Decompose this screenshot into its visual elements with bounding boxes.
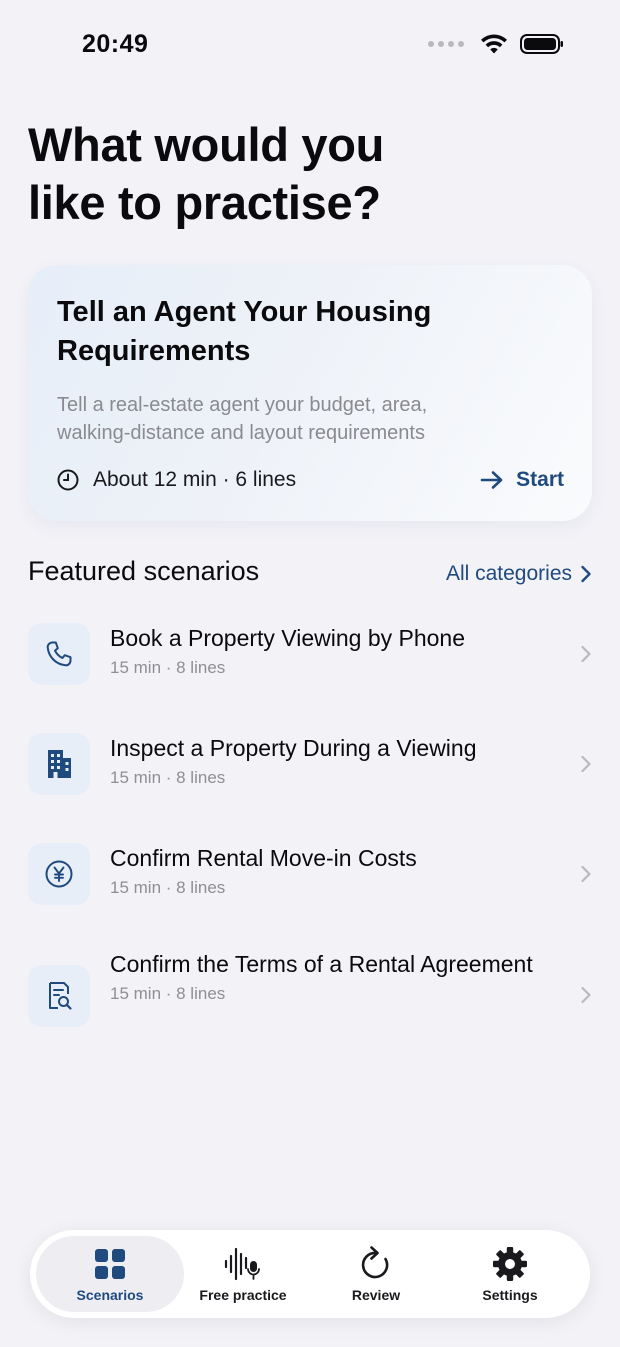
all-categories-label: All categories [445,562,572,585]
list-item[interactable]: Confirm Rental Move-in Costs 15 min · 8 … [28,843,594,905]
tab-label: Settings [482,1287,538,1303]
tab-settings[interactable]: Settings [436,1236,584,1312]
wifi-icon [480,33,508,55]
scenario-meta: 15 min · 8 lines [110,984,226,1003]
tab-free-practice[interactable]: Free practice [169,1236,317,1312]
start-label: Start [516,468,564,491]
tab-label: Review [351,1287,401,1303]
tab-review[interactable]: Review [302,1236,450,1312]
scenario-meta: 15 min · 8 lines [110,658,226,677]
arrow-right-icon [480,470,504,490]
section-title: Featured scenarios [28,556,260,586]
page-title: What would you like to practise? [28,118,385,229]
building-icon [28,733,90,795]
status-bar: 20:49 [0,0,620,92]
tab-label: Free practice [199,1287,287,1303]
scenario-title: Confirm Rental Move-in Costs [110,845,417,871]
scenario-title: Confirm the Terms of a Rental Agreement [110,951,533,977]
hero-title: Tell an Agent Your Housing Requirements [57,296,432,367]
chevron-right-icon [580,865,592,883]
status-indicators [428,33,564,55]
chevron-right-icon [580,986,592,1004]
yen-icon [28,843,90,905]
hero-meta-text: About 12 min · 6 lines [93,468,297,491]
grid-icon [94,1245,126,1283]
chevron-right-icon [580,565,592,583]
status-time: 20:49 [82,30,149,58]
list-item[interactable]: Confirm the Terms of a Rental Agreement … [28,949,594,1041]
battery-icon [520,33,564,55]
featured-scenario-card[interactable]: Tell an Agent Your Housing Requirements … [28,265,592,521]
hero-meta: About 12 min · 6 lines [57,468,296,492]
cellular-signal-icon [428,41,464,47]
list-item[interactable]: Book a Property Viewing by Phone 15 min … [28,623,594,685]
scenario-meta: 15 min · 8 lines [110,878,226,897]
hero-description: Tell a real-estate agent your budget, ar… [57,394,428,444]
waveform-mic-icon [223,1245,263,1283]
list-item[interactable]: Inspect a Property During a Viewing 15 m… [28,733,594,795]
tab-scenarios[interactable]: Scenarios [36,1236,184,1312]
chevron-right-icon [580,755,592,773]
document-search-icon [28,965,90,1027]
scenario-title: Book a Property Viewing by Phone [110,625,466,651]
scenario-title: Inspect a Property During a Viewing [110,735,477,761]
all-categories-link[interactable]: All categories [446,562,592,586]
tab-bar: Scenarios Free practice Review Settings [30,1230,590,1318]
phone-icon [28,623,90,685]
gear-icon [492,1245,528,1283]
refresh-icon [359,1245,393,1283]
clock-icon [57,469,79,491]
start-button[interactable]: Start [480,468,564,492]
chevron-right-icon [580,645,592,663]
tab-label: Scenarios [76,1287,144,1303]
scenario-meta: 15 min · 8 lines [110,768,226,787]
